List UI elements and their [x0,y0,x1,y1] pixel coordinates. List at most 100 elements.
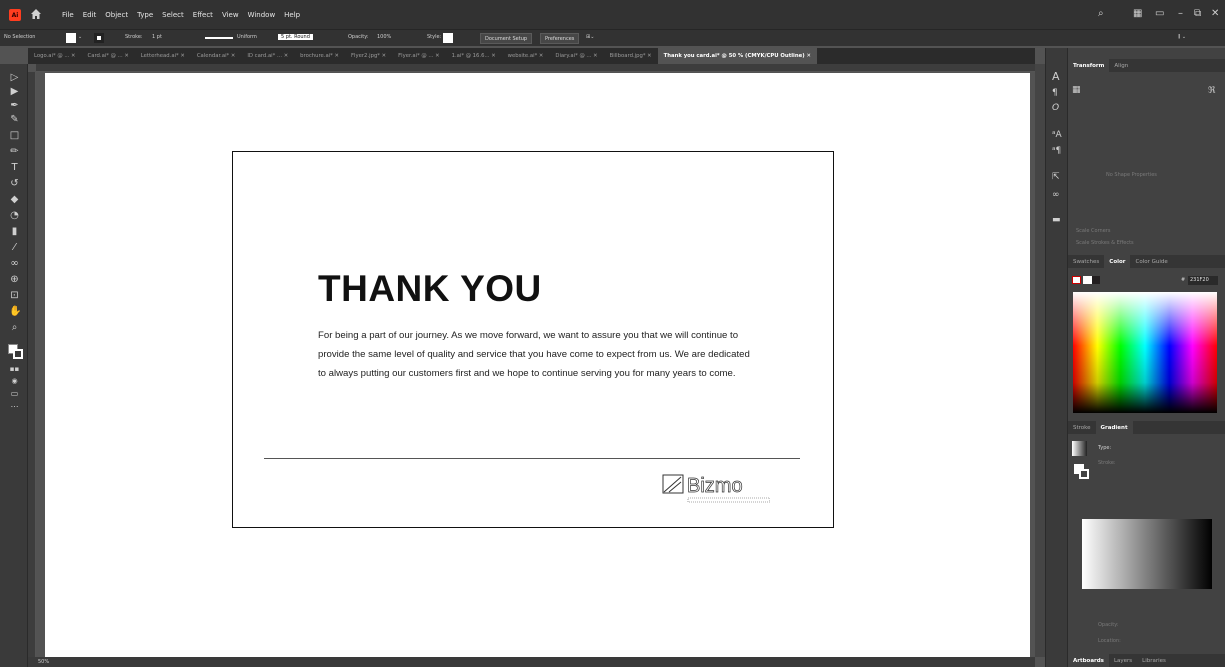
menu-select[interactable]: Select [162,11,184,19]
type-tool-icon[interactable]: T [9,162,20,173]
tab-swatches[interactable]: Swatches [1068,255,1104,268]
more-tools-icon[interactable]: ⋯ [9,401,20,412]
gradient-preview[interactable] [1072,441,1087,456]
tab-id-card[interactable]: ID card.ai* ... ✕ [241,48,294,64]
minimize-icon[interactable]: – [1178,8,1183,19]
curvature-tool-icon[interactable]: ✎ [9,114,20,125]
black-swatch-icon[interactable] [1092,276,1100,284]
paragraph-panel-icon[interactable]: ¶ [1052,88,1058,98]
zoom-level[interactable]: 50% [38,659,49,665]
fill-swatch[interactable] [66,33,76,43]
fill-none-icon[interactable] [1072,276,1081,284]
symbol-sprayer-icon[interactable]: ⊕ [9,274,20,285]
artboard-tool-icon[interactable]: ⊡ [9,290,20,301]
divider-line[interactable] [264,458,800,459]
link-icon[interactable]: ℜ [1208,86,1215,96]
gradient-stroke-icon[interactable] [1079,469,1089,479]
glyphs-panel-icon[interactable]: ᵃA [1052,130,1062,140]
restore-icon[interactable]: ⧉ [1194,8,1201,19]
menu-edit[interactable]: Edit [83,11,97,19]
search-icon[interactable]: ⌕ [1098,8,1104,19]
draw-mode-icon[interactable]: ◉ [9,376,20,387]
stroke-weight-input[interactable]: 1 pt [152,34,162,40]
scale-corners-checkbox[interactable]: Scale Corners [1076,228,1110,234]
hex-input[interactable]: 231F20 [1188,276,1218,285]
tab-layers[interactable]: Layers [1109,654,1137,667]
tab-align[interactable]: Align [1109,59,1133,72]
color-mode-icon[interactable]: ▪▪ [9,364,20,375]
zoom-tool-icon[interactable]: ⌕ [9,322,20,333]
reference-point-icon[interactable]: ▦ [1072,85,1081,95]
chevron-down-icon[interactable]: ⌄ [78,34,82,40]
fill-swatch-icon[interactable] [1083,276,1092,284]
stroke-swatch[interactable] [94,33,104,43]
direct-selection-tool-icon[interactable]: ▶ [9,86,20,97]
menu-view[interactable]: View [222,11,239,19]
blend-tool-icon[interactable]: ∞ [9,258,20,269]
align-icon[interactable]: ⊞⌄ [586,34,594,40]
pen-tool-icon[interactable]: ✒ [9,100,20,111]
opacity-input[interactable]: 100% [377,34,391,40]
selection-tool-icon[interactable]: ▷ [9,72,20,83]
stroke-color-icon[interactable] [13,349,23,359]
tab-billboard[interactable]: Billboard.jpg* ✕ [604,48,658,64]
links-panel-icon[interactable]: ∞ [1052,190,1060,200]
character-panel-icon[interactable]: A [1052,70,1060,83]
tab-flyer[interactable]: Flyer.ai* @ ... ✕ [392,48,446,64]
menu-object[interactable]: Object [105,11,128,19]
card-body-text[interactable]: For being a part of our journey. As we m… [318,326,758,383]
arrange-icon[interactable]: ▭ [1155,8,1164,19]
tab-transform[interactable]: Transform [1068,59,1110,72]
style-swatch[interactable] [443,33,453,43]
menu-type[interactable]: Type [137,11,153,19]
menu-effect[interactable]: Effect [193,11,213,19]
card-title[interactable]: THANK YOU [318,268,542,310]
menu-file[interactable]: File [62,11,74,19]
tab-logo[interactable]: Logo.ai* @ ... ✕ [28,48,82,64]
eraser-tool-icon[interactable]: ◆ [9,194,20,205]
comments-panel-icon[interactable]: ▬ [1052,215,1061,225]
tab-card[interactable]: Card.ai* @ ... ✕ [82,48,135,64]
gradient-tool-icon[interactable]: ▮ [9,226,20,237]
rotate-tool-icon[interactable]: ↺ [9,178,20,189]
document-setup-button[interactable]: Document Setup [480,33,533,44]
tab-1[interactable]: 1.ai* @ 16.6... ✕ [446,48,502,64]
tab-color[interactable]: Color [1104,255,1131,268]
tab-brochure[interactable]: brochure.ai* ✕ [294,48,345,64]
home-icon[interactable] [30,8,42,20]
shape-builder-icon[interactable]: ◔ [9,210,20,221]
pencil-tool-icon[interactable]: ✏ [9,146,20,157]
close-icon[interactable]: ✕ [1211,8,1219,19]
rectangle-tool-icon[interactable]: □ [9,130,20,141]
tab-diary[interactable]: Diary.ai* @ ... ✕ [549,48,603,64]
tab-color-guide[interactable]: Color Guide [1130,255,1172,268]
vertical-scrollbar[interactable] [1035,64,1045,657]
bizmo-logo[interactable]: Bizmo [662,471,770,509]
tab-letterhead[interactable]: Letterhead.ai* ✕ [135,48,191,64]
tab-website[interactable]: website.ai* ✕ [502,48,550,64]
hand-tool-icon[interactable]: ✋ [9,306,21,317]
tab-gradient[interactable]: Gradient [1095,421,1133,434]
properties-panel-icon[interactable]: ᵃ¶ [1052,146,1061,156]
screen-mode-icon[interactable]: ▭ [9,388,20,399]
brush-select[interactable]: 5 pt. Round [278,34,313,40]
tab-artboards[interactable]: Artboards [1068,654,1109,667]
stroke-profile-select[interactable]: Uniform [237,34,257,40]
tab-thank-you-card[interactable]: Thank you card.ai* @ 50 % (CMYK/CPU Outl… [657,48,817,64]
menu-window[interactable]: Window [248,11,276,19]
workspace-icon[interactable]: ▦ [1133,8,1142,19]
arrange-docs-icon[interactable]: ⫼ ⌄ [1178,34,1186,40]
opentype-panel-icon[interactable]: O [1052,103,1059,113]
gradient-slider-preview[interactable] [1082,519,1212,589]
tab-flyer2[interactable]: Flyer2.jpg* ✕ [345,48,392,64]
menu-bar: Ai File Edit Object Type Select Effect V… [0,0,1225,29]
eyedropper-tool-icon[interactable]: ⁄ [9,242,20,253]
export-panel-icon[interactable]: ⇱ [1052,172,1060,182]
preferences-button[interactable]: Preferences [540,33,580,44]
menu-help[interactable]: Help [284,11,300,19]
tab-stroke[interactable]: Stroke [1068,421,1096,434]
tab-calendar[interactable]: Calendar.ai* ✕ [191,48,242,64]
color-spectrum[interactable] [1073,292,1217,413]
scale-strokes-checkbox[interactable]: Scale Strokes & Effects [1076,240,1134,246]
tab-libraries[interactable]: Libraries [1137,654,1171,667]
